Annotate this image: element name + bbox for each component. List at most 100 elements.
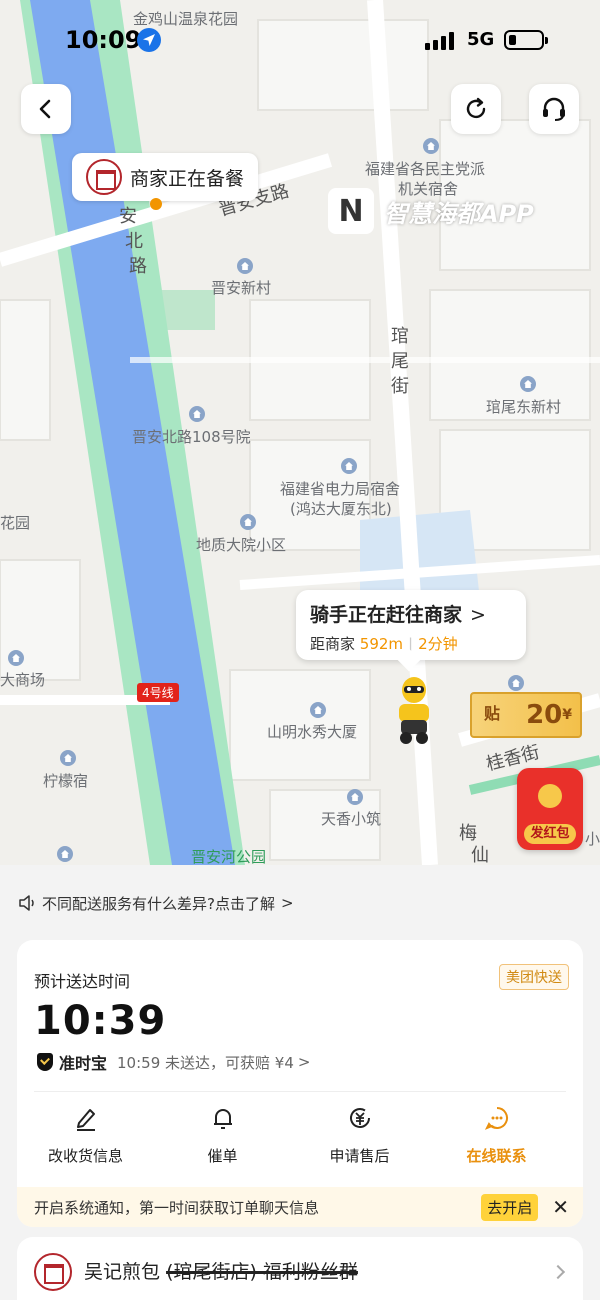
shop-name: 吴记煎包 (琯尾街店) 福利粉丝群 [84,1257,358,1284]
clock: 10:09 [65,26,142,54]
chevron-right-icon [550,1264,566,1280]
metro-line-badge: 4号线 [137,683,179,702]
rider-marker-icon [399,677,429,744]
poi-icon [240,514,256,530]
delivery-service-notice[interactable]: 不同配送服务有什么差异?点击了解 > [18,888,294,918]
rider-eta: 2分钟 [418,635,458,653]
map-label: 梅 [459,823,477,844]
refresh-icon [466,97,486,119]
map-label: 仙 [471,845,489,865]
poi-icon [310,702,326,718]
poi-icon [508,675,524,691]
poi-icon [423,138,439,154]
merchant-status-text: 商家正在备餐 [130,167,245,190]
online-contact-button[interactable]: 在线联系 [428,1105,565,1166]
distance-label: 距商家 [310,635,356,653]
system-notification-bar: 开启系统通知，第一时间获取订单聊天信息 去开启 ✕ [17,1187,583,1227]
after-sale-icon [349,1108,370,1128]
delivery-card: 预计送达时间 美团快送 10:39 准时宝 10:59 未送达，可获赔 ¥4 >… [17,940,583,1227]
map-label: 琯 [391,326,409,347]
map-label: 小 [585,830,600,848]
coupon-tag: 贴 [484,704,501,723]
map-label: 地质大院小区 [196,536,287,554]
rider-status-card[interactable]: 骑手正在赶往商家 > 距商家 592m | 2分钟 [296,590,526,660]
merchant-status-pill[interactable]: 商家正在备餐 [72,153,259,201]
map-label: 晋安河公园 [191,848,267,865]
map-label: 柠檬宿 [43,772,89,790]
chevron-right-icon: > [470,604,486,626]
refresh-button[interactable] [451,84,501,134]
map-label: 福建省各民主党派 [365,160,486,178]
map-label: 琯尾东新村 [486,398,562,416]
delivery-brand-badge: 美团快送 [499,964,569,990]
map-label: 天香小筑 [321,810,382,828]
close-icon[interactable]: ✕ [552,1195,569,1219]
map-label: 晋安北路108号院 [132,428,251,446]
map-label: 山明水秀大厦 [267,723,358,741]
watermark-logo-icon: N [328,188,374,234]
distance-value: 592m [359,635,404,653]
merchant-marker [150,198,162,210]
battery-icon [504,30,548,50]
action-row: 改收货信息 催单 申请售后 在线联系 [17,1105,583,1166]
status-bar: 10:09 5G [0,22,600,62]
speaker-icon [19,895,34,911]
edit-address-button[interactable]: 改收货信息 [17,1105,154,1166]
after-sale-button[interactable]: 申请售后 [291,1105,428,1166]
action-label: 催单 [207,1147,238,1165]
back-button[interactable] [21,84,71,134]
map-label: 北 [125,231,143,252]
chevron-right-icon: > [280,894,294,912]
location-arrow-icon [137,28,161,52]
map-label: 尾 [391,351,409,372]
red-packet-button[interactable]: 发红包 [517,768,583,850]
poi-icon [57,846,73,862]
map-label: 街 [391,376,409,397]
on-time-guarantee[interactable]: 准时宝 10:59 未送达，可获赔 ¥4 > [37,1050,310,1074]
coin-icon [538,784,562,808]
map-label: (鸿达大厦东北) [290,500,392,518]
poi-icon [347,789,363,805]
map-label: 晋安新村 [211,279,272,297]
bell-icon [213,1109,232,1129]
subsidy-coupon[interactable]: 贴 20 ¥ [470,692,582,738]
watermark: N 智慧海都APP [328,188,534,234]
system-notice-text: 开启系统通知，第一时间获取订单聊天信息 [34,1198,320,1217]
back-arrow-icon [39,99,51,119]
merchant-logo [86,159,122,195]
coupon-amount: 20 [526,700,563,730]
poi-icon [8,650,24,666]
coupon-currency: ¥ [562,707,572,723]
urge-order-button[interactable]: 催单 [154,1105,291,1166]
map-view[interactable]: 金鸡山温泉花园 福建省各民主党派 机关宿舍 晋安支路 安 北 路 晋安新村 琯 … [0,0,600,865]
notice-text: 不同配送服务有什么差异?点击了解 [42,894,275,913]
network-type: 5G [467,29,495,50]
chat-icon [484,1107,508,1130]
map-label: 福建省电力局宿舍 [280,480,401,498]
divider [34,1091,566,1092]
headset-icon [543,97,565,121]
poi-icon [237,258,253,274]
eta-time: 10:39 [34,998,167,1044]
poi-icon [520,376,536,392]
poi-icon [60,750,76,766]
customer-service-button[interactable] [529,84,579,134]
action-label: 在线联系 [466,1147,527,1165]
shop-logo [34,1253,72,1291]
map-label: 路 [129,256,147,277]
shop-card[interactable]: 吴记煎包 (琯尾街店) 福利粉丝群 [17,1237,583,1300]
guarantee-text: 10:59 未送达，可获赔 ¥4 [117,1053,294,1072]
map-label: 大商场 [0,671,46,689]
action-label: 申请售后 [329,1147,390,1165]
action-label: 改收货信息 [47,1147,123,1165]
rider-status-title: 骑手正在赶往商家 [310,604,463,626]
edit-icon [76,1109,95,1131]
signal-icon [425,32,459,50]
map-label: 安 [119,206,137,227]
shield-icon [37,1053,53,1071]
red-packet-label: 发红包 [524,824,576,844]
guarantee-name: 准时宝 [59,1054,108,1073]
enable-notification-button[interactable]: 去开启 [481,1193,539,1221]
shop-name-branch: (琯尾街店) 福利粉丝群 [166,1261,358,1283]
shop-name-main: 吴记煎包 [84,1261,161,1283]
